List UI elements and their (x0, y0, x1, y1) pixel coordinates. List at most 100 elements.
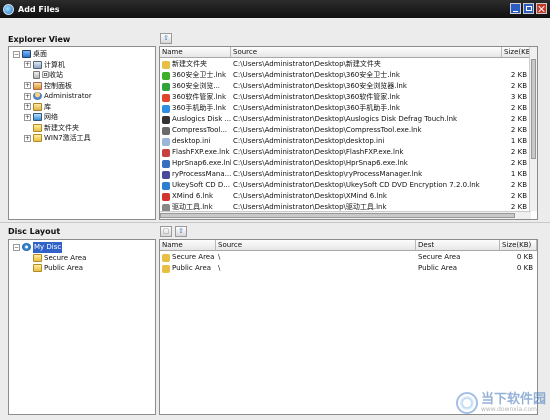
size-text: 2 KB (510, 159, 527, 167)
table-row[interactable]: FlashFXP.exe.lnk C:\Users\Administrator\D… (160, 147, 531, 158)
tree-item-label: 回收站 (42, 71, 63, 79)
source-text: C:\Users\Administrator\Desktop\360安全浏览器.… (233, 82, 407, 90)
tree-item[interactable]: 回收站 (13, 70, 155, 81)
source-text: C:\Users\Administrator\Desktop\HprSnap6.… (233, 159, 408, 167)
tree-item[interactable]: + 库 (13, 102, 155, 113)
tree-item[interactable]: + 网络 (13, 112, 155, 123)
cell-size: 2 KB (502, 191, 531, 202)
source-text: C:\Users\Administrator\Desktop\360手机助手.l… (233, 104, 400, 112)
desktop-icon (22, 50, 31, 59)
disc-file-list[interactable]: Name Source Dest Size(KB) Secure Area \ Se… (159, 239, 538, 415)
tree-item[interactable]: Secure Area (13, 253, 155, 264)
tree-item-label: Secure Area (44, 253, 87, 262)
source-text: C:\Users\Administrator\Desktop\新建文件夹 (233, 60, 381, 68)
tree-item[interactable]: 新建文件夹 (13, 123, 155, 134)
tree-item[interactable]: Public Area (13, 263, 155, 274)
disc-icon (22, 243, 31, 252)
column-header-size[interactable]: Size(KB) (502, 47, 531, 57)
table-row[interactable]: Public Area \ Public Area 0 KB (160, 263, 537, 274)
expand-toggle-icon[interactable]: + (24, 61, 31, 69)
scroll-thumb-horizontal[interactable] (160, 213, 515, 218)
expand-toggle-icon[interactable]: + (24, 82, 31, 90)
expand-toggle-icon (24, 72, 31, 79)
column-header-size[interactable]: Size(KB) (500, 240, 537, 250)
table-row[interactable]: Secure Area \ Secure Area 0 KB (160, 252, 537, 263)
file-icon (162, 170, 170, 179)
tree-item-label: My Disc (33, 242, 63, 253)
splitter[interactable] (0, 222, 550, 223)
expand-toggle-icon[interactable]: + (24, 103, 31, 111)
name-text: CompressTool... (172, 126, 228, 134)
remove-button[interactable]: ▢ (160, 226, 172, 237)
table-row[interactable]: UkeySoft CD D... C:\Users\Administrator\D… (160, 180, 531, 191)
cell-size: 2 KB (502, 147, 531, 158)
column-header-name[interactable]: Name (160, 47, 231, 57)
collapse-toggle-icon[interactable]: − (13, 243, 20, 251)
remove-icon: ▢ (162, 227, 170, 235)
horizontal-scrollbar[interactable] (160, 211, 531, 219)
cell-source: \ (216, 263, 416, 274)
cell-source: C:\Users\Administrator\Desktop\HprSnap6.… (231, 158, 502, 169)
tree-item[interactable]: + Administrator (13, 91, 155, 102)
tree-item[interactable]: − 桌面 (13, 49, 155, 60)
name-text: 新建文件夹 (172, 60, 207, 68)
table-row[interactable]: HprSnap6.exe.lnk C:\Users\Administrator\D… (160, 158, 531, 169)
window-controls (510, 3, 547, 14)
tree-item[interactable]: + 计算机 (13, 60, 155, 71)
cell-size: 2 KB (502, 81, 531, 92)
minimize-button[interactable] (510, 3, 521, 14)
column-header-dest[interactable]: Dest (416, 240, 500, 250)
file-list-header: Name Source Size(KB) (160, 47, 531, 58)
cell-source: \ (216, 252, 416, 263)
tree-item-label: Administrator (44, 92, 92, 100)
expand-toggle-icon[interactable]: + (24, 134, 31, 142)
tree-item[interactable]: − My Disc (13, 242, 155, 253)
expand-toggle-icon (24, 124, 31, 131)
cell-size: 2 KB (502, 125, 531, 136)
add-icon: ⇧ (163, 34, 169, 42)
disc-list-body: Secure Area \ Secure Area 0 KB Public Area \ P… (160, 252, 537, 274)
vertical-scrollbar[interactable] (529, 47, 537, 211)
table-row[interactable]: 360安全浏览... C:\Users\Administrator\Desktop… (160, 81, 531, 92)
expand-toggle-icon[interactable]: + (24, 92, 31, 100)
size-text: 2 KB (510, 71, 527, 79)
table-row[interactable]: XMind 6.lnk C:\Users\Administrator\Deskto… (160, 191, 531, 202)
cell-size: 0 KB (500, 263, 537, 274)
table-row[interactable]: ryProcessMana... C:\Users\Administrator\D… (160, 169, 531, 180)
cell-name: 新建文件夹 (160, 59, 231, 70)
expand-toggle-icon[interactable]: + (24, 113, 31, 121)
cell-size: 3 KB (502, 92, 531, 103)
tree-item[interactable]: + 控制面板 (13, 81, 155, 92)
cell-name: HprSnap6.exe.lnk (160, 158, 231, 169)
cell-source: C:\Users\Administrator\Desktop\XMind 6.l… (231, 191, 502, 202)
cell-name: Auslogics Disk ... (160, 114, 231, 125)
table-row[interactable]: desktop.ini C:\Users\Administrator\Deskto… (160, 136, 531, 147)
name-text: HprSnap6.exe.lnk (172, 159, 231, 167)
table-row[interactable]: 360软件管家.lnk C:\Users\Administrator\Deskto… (160, 92, 531, 103)
tree-item[interactable]: + WIN7激活工具 (13, 133, 155, 144)
table-row[interactable]: 360手机助手.lnk C:\Users\Administrator\Deskto… (160, 103, 531, 114)
explorer-view-title: Explorer View (8, 35, 71, 44)
new-folder-button[interactable]: ⇧ (175, 226, 187, 237)
collapse-toggle-icon[interactable]: − (13, 50, 20, 58)
disc-tree[interactable]: − My Disc Secure Area Public Area (8, 239, 156, 415)
size-text: 1 KB (510, 170, 527, 178)
cell-source: C:\Users\Administrator\Desktop\CompressT… (231, 125, 502, 136)
maximize-button[interactable] (523, 3, 534, 14)
scroll-thumb[interactable] (531, 59, 536, 159)
table-row[interactable]: 新建文件夹 C:\Users\Administrator\Desktop\新建文件… (160, 59, 531, 70)
add-button[interactable]: ⇧ (160, 33, 172, 44)
explorer-file-list[interactable]: Name Source Size(KB) 新建文件夹 C:\Users\Admin… (159, 46, 538, 220)
size-text: 2 KB (510, 104, 527, 112)
column-header-source[interactable]: Source (216, 240, 416, 250)
close-button[interactable] (536, 3, 547, 14)
cell-name: 360手机助手.lnk (160, 103, 231, 114)
column-header-name[interactable]: Name (160, 240, 216, 250)
column-header-source[interactable]: Source (231, 47, 502, 57)
cell-name: XMind 6.lnk (160, 191, 231, 202)
explorer-tree[interactable]: − 桌面 + 计算机 回收站 + 控制面板 + Administrator + 库 + 网络 新建文件夹 +… (8, 46, 156, 220)
source-text: \ (218, 264, 221, 272)
table-row[interactable]: CompressTool... C:\Users\Administrator\De… (160, 125, 531, 136)
table-row[interactable]: 360安全卫士.lnk C:\Users\Administrator\Deskto… (160, 70, 531, 81)
table-row[interactable]: Auslogics Disk ... C:\Users\Administrator… (160, 114, 531, 125)
